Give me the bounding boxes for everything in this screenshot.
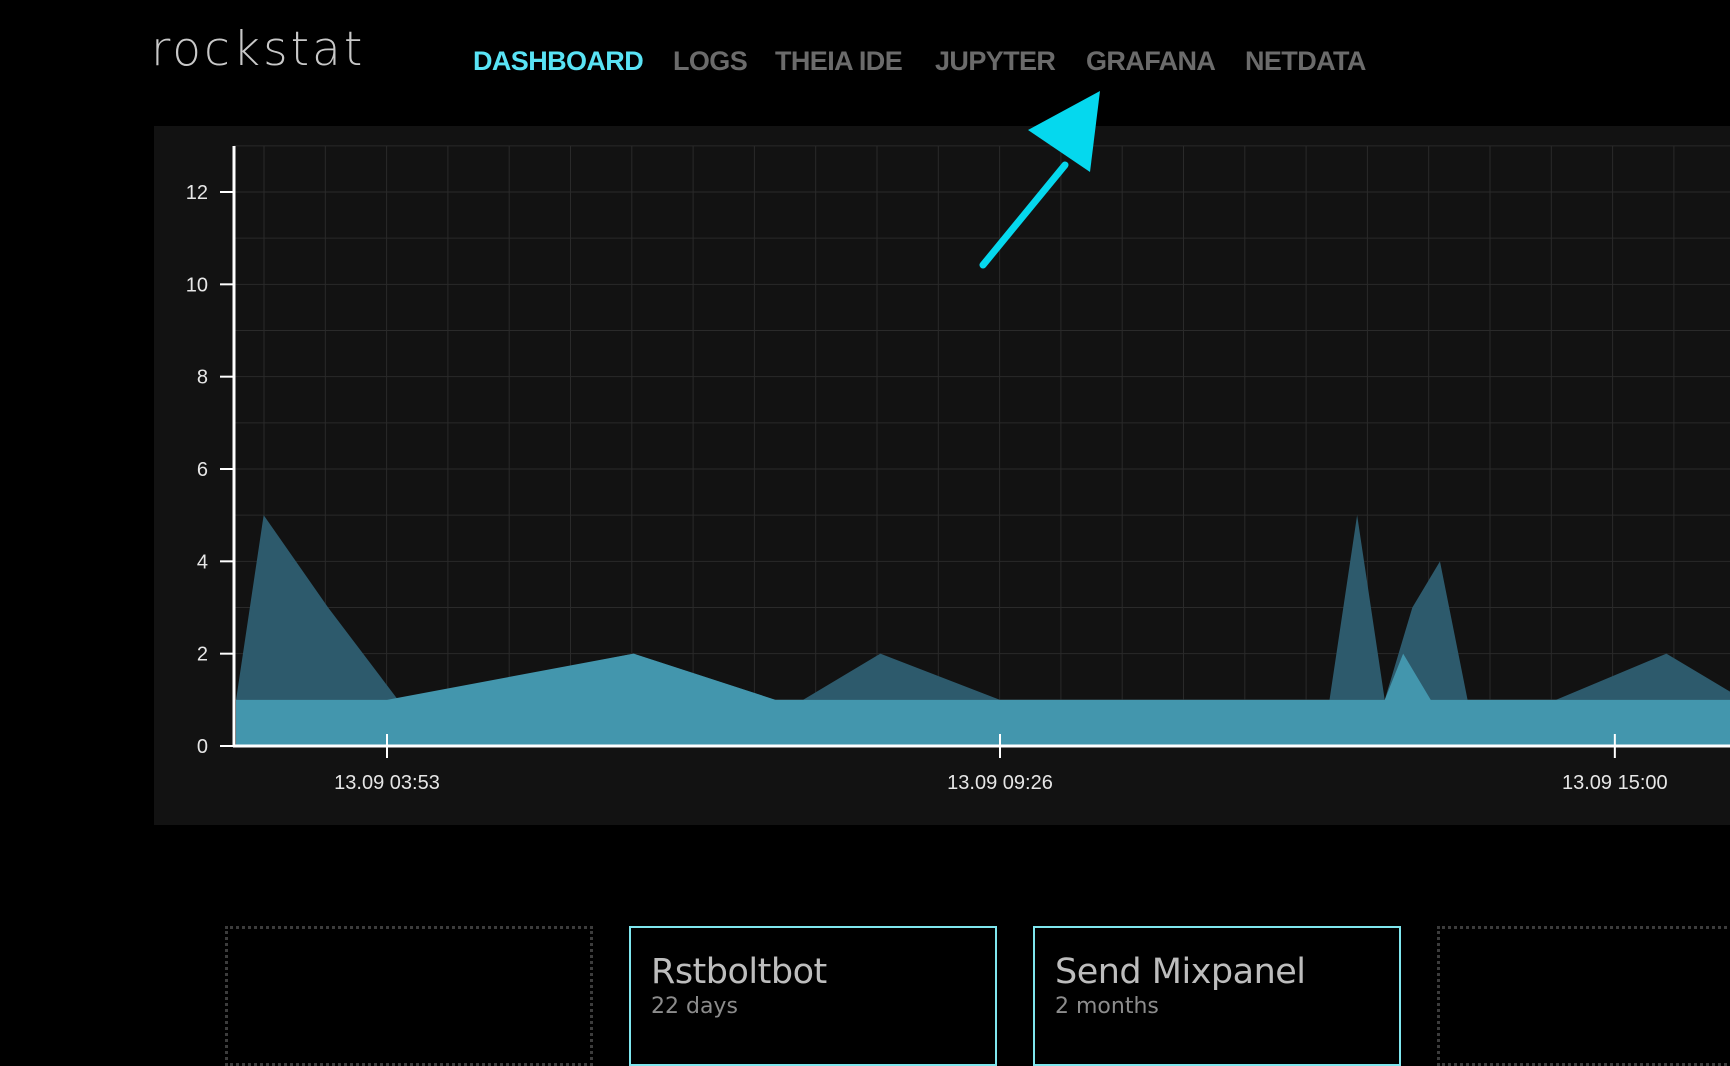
nav-jupyter[interactable]: JUPYTER [935,43,1056,79]
y-tick-label: 2 [197,644,208,666]
x-tick-label: 13.09 15:00 [1562,772,1668,794]
y-tick-label: 12 [186,182,208,204]
task-card-send-mixpanel[interactable]: Send Mixpanel 2 months [1033,926,1401,1066]
nav-netdata[interactable]: NETDATA [1245,43,1366,79]
y-tick-label: 6 [197,459,208,481]
task-card-title: Rstboltbot [651,952,827,992]
task-card-subtitle: 22 days [651,994,738,1019]
x-tick-label: 13.09 09:26 [947,772,1053,794]
y-tick-label: 8 [197,367,208,389]
y-tick-label: 10 [186,274,208,296]
nav-grafana[interactable]: GRAFANA [1086,43,1216,79]
y-tick-label: 4 [197,551,208,573]
nav-dashboard[interactable]: DASHBOARD [473,43,644,79]
task-card-empty-right [1437,926,1730,1066]
activity-chart: 0 2 4 6 8 10 12 13.09 03:53 13.09 09:26 13.09 15:… [186,145,1730,794]
task-card-rstboltbot[interactable]: Rstboltbot 22 days [629,926,997,1066]
task-card-subtitle: 2 months [1055,994,1159,1019]
app-logo: rockstat [151,22,366,77]
task-card-empty-left [225,926,593,1066]
activity-chart-panel: 0 2 4 6 8 10 12 13.09 03:53 13.09 09:26 13.09 15:… [154,126,1730,825]
series-area-lower [236,653,1730,746]
y-tick-label: 0 [197,736,208,758]
x-tick-label: 13.09 03:53 [334,772,440,794]
task-card-title: Send Mixpanel [1055,952,1306,992]
nav-theia-ide[interactable]: THEIA IDE [775,43,903,79]
nav-logs[interactable]: LOGS [673,43,748,79]
